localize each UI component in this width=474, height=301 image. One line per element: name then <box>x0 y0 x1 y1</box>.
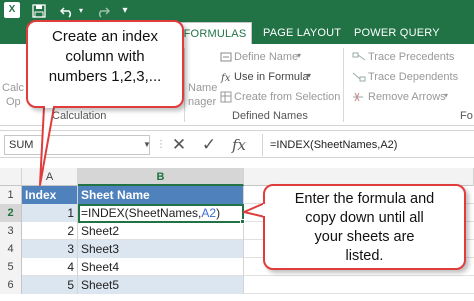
callout-enter-formula: Enter the formula and copy down until al… <box>263 184 466 270</box>
excel-window: X ▾ ▾ FORMULAS PAGE LAYOUT POWER QUERY C… <box>0 0 474 301</box>
callout-line: copy down until all <box>305 210 424 226</box>
callout-index-column: Create an index column with numbers 1,2,… <box>26 20 184 108</box>
callout-seam <box>263 204 267 216</box>
callout-line: listed. <box>345 248 384 264</box>
callout-line: your sheets are <box>314 229 415 245</box>
callout-line: Create an index <box>52 28 158 45</box>
callout-line: column with <box>65 48 145 65</box>
callout-line: Enter the formula and <box>294 191 435 207</box>
callout-line: numbers 1,2,3,... <box>48 68 162 85</box>
callout-seam <box>45 104 53 108</box>
